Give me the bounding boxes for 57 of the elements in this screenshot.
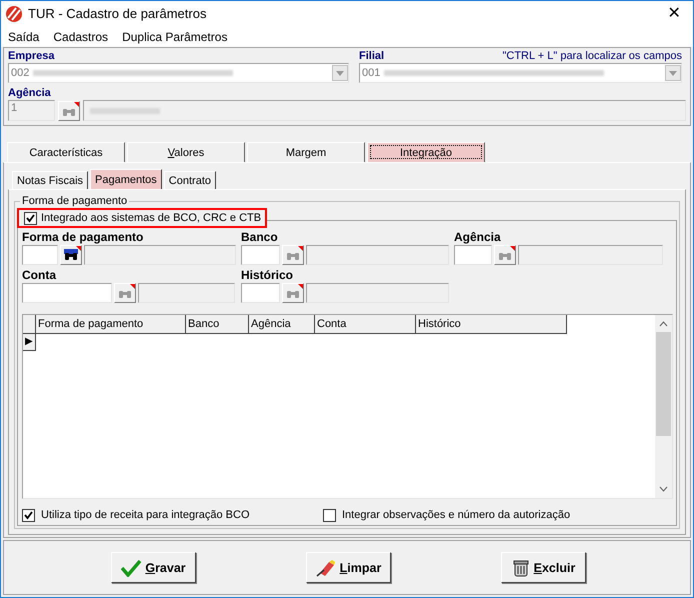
menu-item[interactable]: Duplica Parâmetros: [122, 30, 228, 44]
column-header[interactable]: Conta: [315, 315, 416, 334]
tab[interactable]: Valores: [127, 142, 245, 162]
redacted-text: [90, 108, 160, 114]
company-dropdown[interactable]: 002: [8, 63, 349, 83]
row-indicator: ▶: [23, 334, 36, 351]
menu-item[interactable]: Saída: [8, 30, 40, 44]
tab[interactable]: Margem: [247, 142, 365, 162]
tab[interactable]: Características: [7, 142, 125, 162]
check-icon: [26, 214, 35, 222]
input-field[interactable]: [241, 245, 280, 265]
tab[interactable]: Pagamentos: [90, 169, 162, 189]
check-icon: [24, 510, 33, 520]
column-header[interactable]: Forma de pagamento: [36, 315, 186, 334]
checkbox[interactable]: [24, 212, 37, 224]
tab[interactable]: Contrato: [164, 171, 216, 189]
column-header[interactable]: Histórico: [416, 315, 567, 334]
group-title: Forma de pagamento: [20, 194, 130, 208]
checkbox-label: Utiliza tipo de receita para integração BCO: [41, 508, 250, 522]
app-logo-icon: [6, 6, 22, 22]
checkbox[interactable]: [22, 508, 35, 522]
input-field[interactable]: [22, 283, 112, 303]
field-label: Agência: [8, 86, 52, 100]
checkbox-label: Integrado aos sistemas de BCO, CRC e CTB: [41, 211, 262, 225]
field-label: Empresa: [8, 49, 56, 63]
input-field[interactable]: [22, 245, 58, 265]
binoculars-icon: [64, 249, 78, 261]
checkbox[interactable]: [323, 508, 336, 522]
checkbox-label: Integrar observações e número da autorização: [342, 508, 570, 522]
lookup-button[interactable]: [60, 245, 82, 265]
action-button[interactable]: Excluir: [501, 552, 586, 583]
input-field[interactable]: [241, 283, 280, 303]
input-field[interactable]: [454, 245, 492, 265]
hint-text: "CTRL + L" para localizar os campos: [502, 49, 682, 63]
eraser-icon: [316, 558, 336, 576]
field-label: Banco: [241, 229, 279, 245]
field-label: Filial: [359, 49, 384, 63]
field-value: 002: [10, 66, 30, 80]
action-button[interactable]: Gravar: [111, 552, 196, 583]
field-value: 001: [361, 66, 380, 80]
branch-dropdown[interactable]: 001: [359, 63, 682, 83]
field-label: Histórico: [241, 267, 294, 283]
menu-item[interactable]: Cadastros: [53, 30, 108, 44]
column-header[interactable]: Agência: [249, 315, 315, 334]
tab[interactable]: Notas Fiscais: [12, 171, 88, 189]
column-header[interactable]: Banco: [186, 315, 249, 334]
tab[interactable]: Integração: [367, 142, 485, 162]
action-button[interactable]: Limpar: [306, 552, 391, 583]
field-label: Forma de pagamento: [22, 229, 144, 245]
field-label: Agência: [454, 229, 502, 245]
scrollbar[interactable]: [655, 315, 672, 498]
grid-corner-cell: [23, 315, 36, 334]
trash-can-icon: [512, 558, 530, 576]
field-label: Conta: [22, 267, 58, 283]
checkmark-icon: [121, 558, 142, 576]
close-button[interactable]: ✕: [660, 7, 688, 21]
window-title: TUR - Cadastro de parâmetros: [28, 7, 208, 21]
